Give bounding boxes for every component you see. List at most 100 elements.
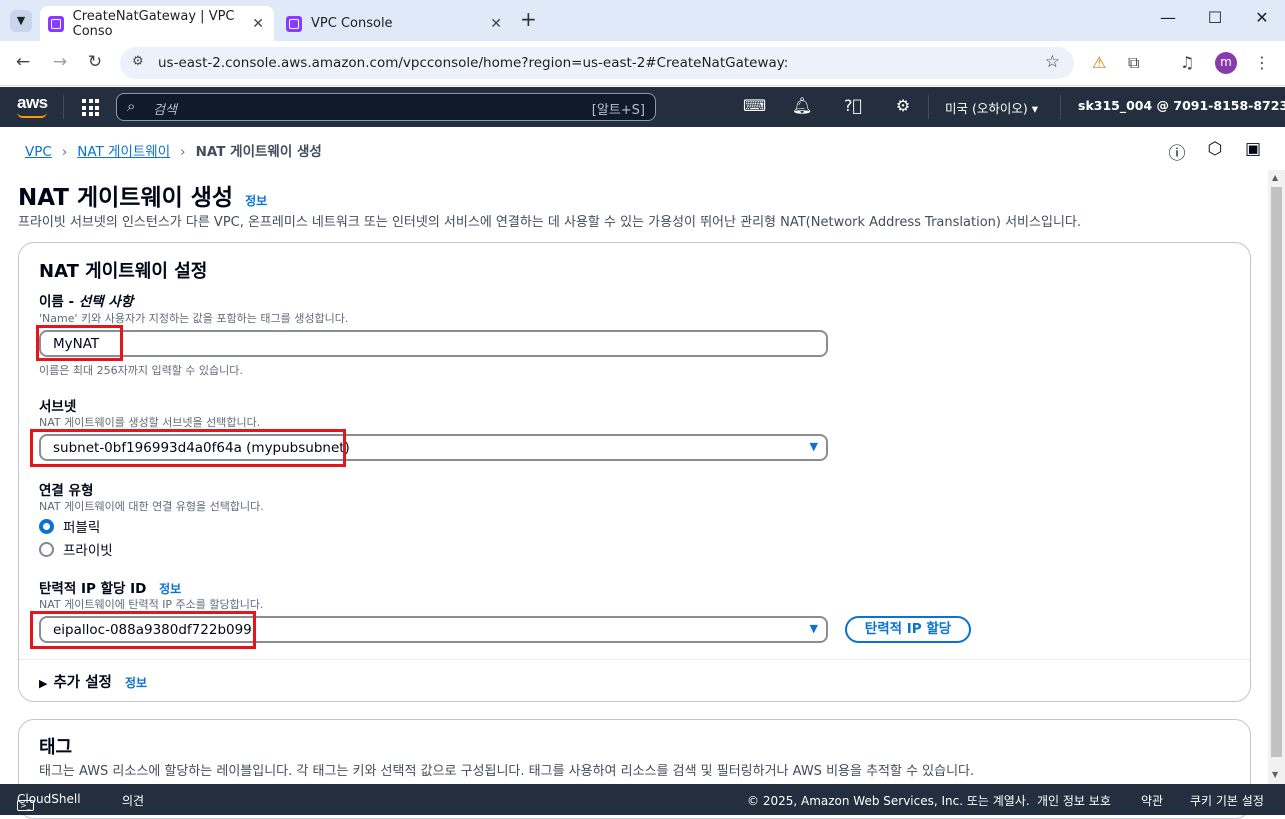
page-scrollbar[interactable]: ▲ ▼ <box>1268 170 1285 784</box>
feedback-link[interactable]: 의견 <box>122 792 144 809</box>
divider <box>19 659 1250 660</box>
vpc-favicon-icon <box>286 15 302 32</box>
terms-link[interactable]: 약관 <box>1141 792 1163 809</box>
scroll-down-icon[interactable]: ▼ <box>1272 770 1278 779</box>
back-icon[interactable]: ← <box>11 52 35 72</box>
account-menu[interactable]: sk315_004 @ 7091-8158-8723 ▾ <box>1078 98 1285 113</box>
settings-gear-icon[interactable]: ⚙ <box>892 96 914 115</box>
cookie-preferences-link[interactable]: 쿠키 기본 설정 <box>1190 792 1264 809</box>
vpc-favicon-icon <box>48 15 64 32</box>
cloudshell-link[interactable]: >_ CloudShell <box>17 792 81 811</box>
radio-private[interactable]: 프라이빗 <box>39 540 113 559</box>
url-field[interactable]: ⚙ us-east-2.console.aws.amazon.com/vpcco… <box>120 47 1074 79</box>
help-icon[interactable]: ?⃝ <box>842 96 864 115</box>
tags-description: 태그는 AWS 리소스에 할당하는 레이블입니다. 각 태그는 키와 선택적 값… <box>39 764 975 779</box>
browser-tab-bar: ▼ CreateNatGateway | VPC Conso ✕ VPC Con… <box>0 0 1285 41</box>
bookmark-star-icon[interactable]: ☆ <box>1045 52 1060 72</box>
eip-label-text: 탄력적 IP 할당 ID <box>39 581 147 597</box>
eip-hint: NAT 게이트웨이에 탄력적 IP 주소를 할당합니다. <box>39 598 264 611</box>
notifications-bell-icon[interactable]: 🔔︎ <box>791 96 813 115</box>
radio-selected-icon <box>39 518 54 534</box>
breadcrumb: VPC › NAT 게이트웨이 › NAT 게이트웨이 생성 <box>25 140 322 160</box>
resource-hexagon-icon[interactable]: ⬡ <box>1204 139 1226 159</box>
aws-top-navigation: aws ⌕ 검색 [알트+S] ⌨ 🔔︎ ?⃝ ⚙ 미국 (오하이오) ▾ sk… <box>0 87 1285 127</box>
name-optional-text: 선택 사항 <box>78 294 134 310</box>
feedback-panel-icon[interactable]: ▣ <box>1242 139 1264 159</box>
site-info-icon[interactable]: ⚙ <box>132 54 144 69</box>
highlight-box <box>30 429 346 467</box>
profile-avatar[interactable]: m <box>1215 52 1237 74</box>
cloudshell-icon: >_ <box>17 800 34 811</box>
aws-search-input[interactable]: ⌕ 검색 [알트+S] <box>116 93 656 121</box>
name-hint: 'Name' 키와 사용자가 지정하는 값을 포함하는 태그를 생성합니다. <box>39 312 349 325</box>
radio-private-label: 프라이빗 <box>63 543 113 559</box>
services-grid-icon[interactable] <box>82 99 99 116</box>
settings-header: NAT 게이트웨이 설정 <box>39 261 208 282</box>
address-bar: ← → ↻ ⚙ us-east-2.console.aws.amazon.com… <box>0 41 1285 86</box>
search-placeholder: 검색 <box>153 103 177 118</box>
chevron-right-icon: › <box>61 144 68 160</box>
browser-tab-vpc-console[interactable]: VPC Console ✕ <box>278 6 512 41</box>
highlight-box <box>30 611 256 649</box>
region-selector[interactable]: 미국 (오하이오) ▾ <box>945 98 1038 117</box>
console-footer: >_ CloudShell 의견 © 2025, Amazon Web Servi… <box>0 784 1285 815</box>
eip-info-link[interactable]: 정보 <box>159 582 181 596</box>
tab-title: VPC Console <box>311 16 393 31</box>
subnet-label: 서브넷 <box>39 399 77 415</box>
copyright-text: © 2025, Amazon Web Services, Inc. 또는 계열사… <box>747 794 1030 808</box>
radio-public[interactable]: 퍼블릭 <box>39 517 101 536</box>
additional-settings-label: 추가 설정 <box>53 675 112 691</box>
forward-icon[interactable]: → <box>48 52 72 72</box>
dropdown-caret-icon: ▼ <box>809 622 818 635</box>
name-label: 이름 - 선택 사항 <box>39 290 133 310</box>
page-description: 프라이빗 서브넷의 인스턴스가 다른 VPC, 온프레미스 네트워크 또는 인터… <box>18 215 1081 230</box>
breadcrumb-vpc-link[interactable]: VPC <box>25 144 52 160</box>
tags-header: 태그 <box>39 737 73 758</box>
aws-logo-text: aws <box>17 93 48 112</box>
privacy-link[interactable]: 개인 정보 보호 <box>1037 792 1111 809</box>
close-window-icon[interactable]: ✕ <box>1242 8 1282 27</box>
caret-right-icon: ▶ <box>39 677 48 690</box>
search-icon: ⌕ <box>127 97 136 115</box>
extensions-puzzle-icon[interactable]: ⧉ <box>1128 53 1139 73</box>
info-panel-icon[interactable]: ⓘ <box>1166 139 1188 164</box>
tab-list-dropdown-icon[interactable]: ▼ <box>10 10 32 32</box>
maximize-icon[interactable]: ☐ <box>1195 8 1235 27</box>
url-text: us-east-2.console.aws.amazon.com/vpccons… <box>158 55 789 71</box>
page-title-text: NAT 게이트웨이 생성 <box>18 185 234 211</box>
name-constraint: 이름은 최대 256자까지 입력할 수 있습니다. <box>39 364 243 377</box>
search-shortcut: [알트+S] <box>591 103 645 118</box>
scrollbar-thumb[interactable] <box>1271 187 1282 757</box>
subnet-hint: NAT 게이트웨이를 생성할 서브넷을 선택합니다. <box>39 416 261 429</box>
connection-type-label: 연결 유형 <box>39 483 94 499</box>
additional-info-link[interactable]: 정보 <box>125 676 147 690</box>
nat-gateway-settings-card: NAT 게이트웨이 설정 이름 - 선택 사항 'Name' 키와 사용자가 지… <box>18 242 1251 702</box>
aws-logo[interactable]: aws <box>17 93 48 118</box>
browser-tab-create-nat[interactable]: CreateNatGateway | VPC Conso ✕ <box>40 6 274 41</box>
allocate-elastic-ip-button[interactable]: 탄력적 IP 할당 <box>845 616 971 643</box>
close-tab-icon[interactable]: ✕ <box>490 16 502 32</box>
chevron-down-icon: ▾ <box>1031 101 1038 116</box>
scroll-up-icon[interactable]: ▲ <box>1272 173 1278 182</box>
radio-public-label: 퍼블릭 <box>63 520 101 536</box>
close-tab-icon[interactable]: ✕ <box>252 16 264 32</box>
extension-blocked-icon[interactable]: ⚠ <box>1092 53 1106 72</box>
breadcrumb-nat-gateway-link[interactable]: NAT 게이트웨이 <box>77 144 170 160</box>
reload-icon[interactable]: ↻ <box>83 52 107 72</box>
tab-title: CreateNatGateway | VPC Conso <box>72 8 235 39</box>
page-title: NAT 게이트웨이 생성 정보 <box>18 178 267 212</box>
name-label-text: 이름 - <box>39 294 79 310</box>
minimize-icon[interactable]: — <box>1148 8 1188 27</box>
name-input[interactable]: MyNAT <box>39 330 828 357</box>
region-label: 미국 (오하이오) <box>945 101 1028 116</box>
account-label: sk315_004 @ 7091-8158-8723 <box>1078 98 1285 113</box>
page-info-link[interactable]: 정보 <box>245 194 267 208</box>
breadcrumb-current: NAT 게이트웨이 생성 <box>195 144 322 160</box>
chevron-right-icon: › <box>180 144 186 160</box>
connection-type-hint: NAT 게이트웨이에 대한 연결 유형을 선택합니다. <box>39 500 264 513</box>
media-control-icon[interactable]: ♫ <box>1180 53 1194 72</box>
additional-settings-expander[interactable]: ▶ 추가 설정 정보 <box>39 671 147 692</box>
menu-kebab-icon[interactable]: ⋮ <box>1254 53 1270 72</box>
new-tab-button[interactable]: + <box>520 7 537 31</box>
cloudshell-icon[interactable]: ⌨ <box>743 96 766 115</box>
